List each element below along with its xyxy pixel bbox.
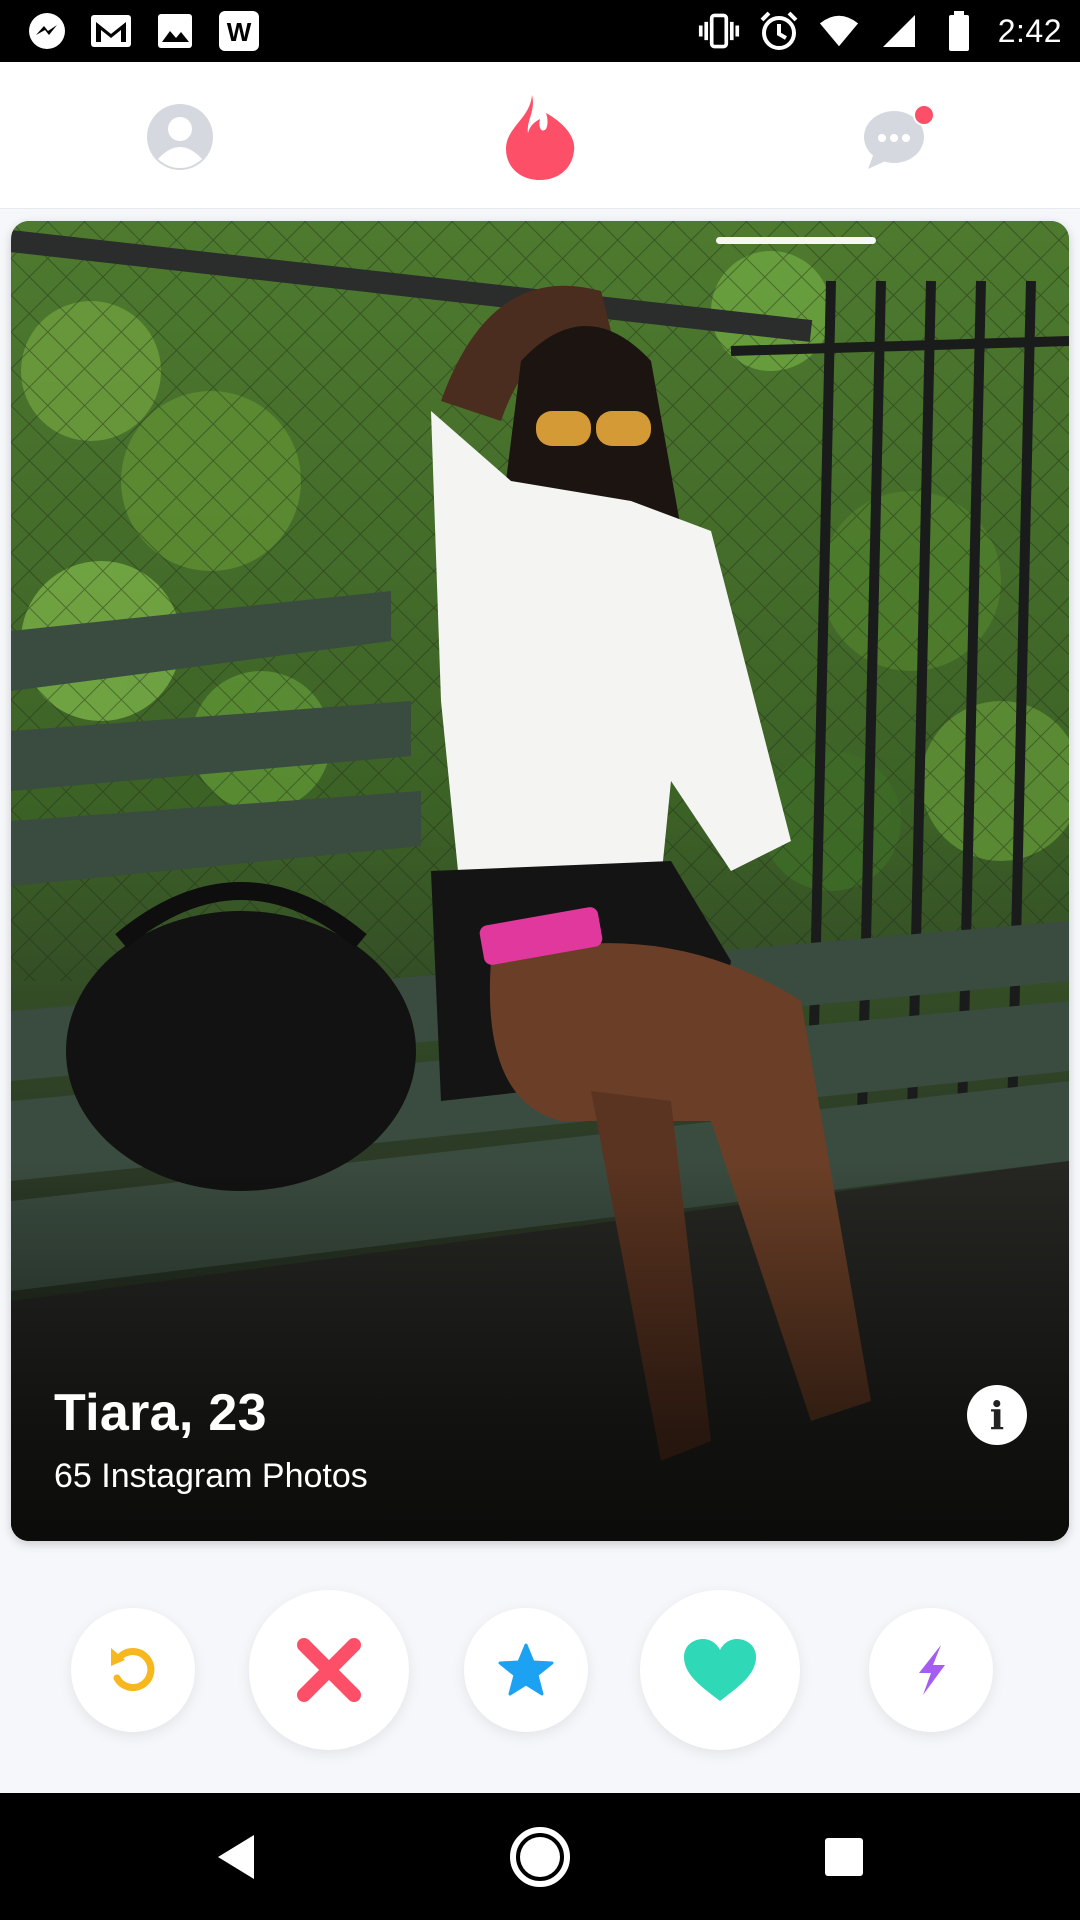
messages-button[interactable] xyxy=(855,92,945,182)
rewind-icon xyxy=(111,1648,155,1691)
super-like-button[interactable] xyxy=(464,1608,588,1732)
heart-icon xyxy=(684,1639,756,1701)
profile-icon xyxy=(147,104,213,170)
info-icon: i xyxy=(989,1392,1005,1438)
profile-info: Tiara, 23 65 Instagram Photos xyxy=(54,1383,368,1496)
wifi-icon xyxy=(818,10,860,52)
close-icon xyxy=(297,1638,361,1702)
vibrate-icon xyxy=(698,10,740,52)
alarm-icon xyxy=(758,10,800,52)
back-icon xyxy=(218,1835,254,1879)
nope-button[interactable] xyxy=(249,1590,409,1750)
profile-name: Tiara, xyxy=(54,1384,194,1442)
clock-time: 2:42 xyxy=(997,12,1062,49)
top-navigation xyxy=(0,62,1080,209)
notification-dot-icon xyxy=(915,106,933,124)
boost-button[interactable] xyxy=(869,1608,993,1732)
info-button[interactable]: i xyxy=(967,1385,1027,1445)
gmail-icon xyxy=(90,10,132,52)
word-icon: W xyxy=(218,10,260,52)
name-age: Tiara, 23 xyxy=(54,1383,368,1443)
photo-pager-indicator xyxy=(716,237,876,244)
messenger-icon xyxy=(26,10,68,52)
discover-button[interactable] xyxy=(495,92,585,182)
home-icon xyxy=(510,1827,570,1887)
recents-button[interactable] xyxy=(808,1821,880,1893)
action-bar xyxy=(0,1590,1080,1750)
svg-text:W: W xyxy=(227,17,252,47)
battery-icon xyxy=(938,10,980,52)
star-icon xyxy=(498,1643,554,1696)
instagram-photos-count: 65 Instagram Photos xyxy=(54,1457,368,1495)
recents-icon xyxy=(825,1838,863,1876)
home-button[interactable] xyxy=(504,1821,576,1893)
bolt-icon xyxy=(919,1645,945,1695)
notification-icons: W xyxy=(26,9,260,53)
rewind-button[interactable] xyxy=(71,1608,195,1732)
system-icons: 2:42 xyxy=(698,9,1062,53)
profile-card[interactable]: Tiara, 23 65 Instagram Photos i xyxy=(11,221,1069,1541)
tinder-flame-icon xyxy=(506,95,575,180)
android-navigation-bar xyxy=(0,1793,1080,1920)
messages-icon xyxy=(864,104,935,169)
gallery-icon xyxy=(154,10,196,52)
back-button[interactable] xyxy=(200,1821,272,1893)
status-bar: W 2:42 xyxy=(0,0,1080,62)
profile-button[interactable] xyxy=(135,92,225,182)
like-button[interactable] xyxy=(640,1590,800,1750)
signal-icon xyxy=(878,10,920,52)
profile-age: 23 xyxy=(208,1384,267,1442)
